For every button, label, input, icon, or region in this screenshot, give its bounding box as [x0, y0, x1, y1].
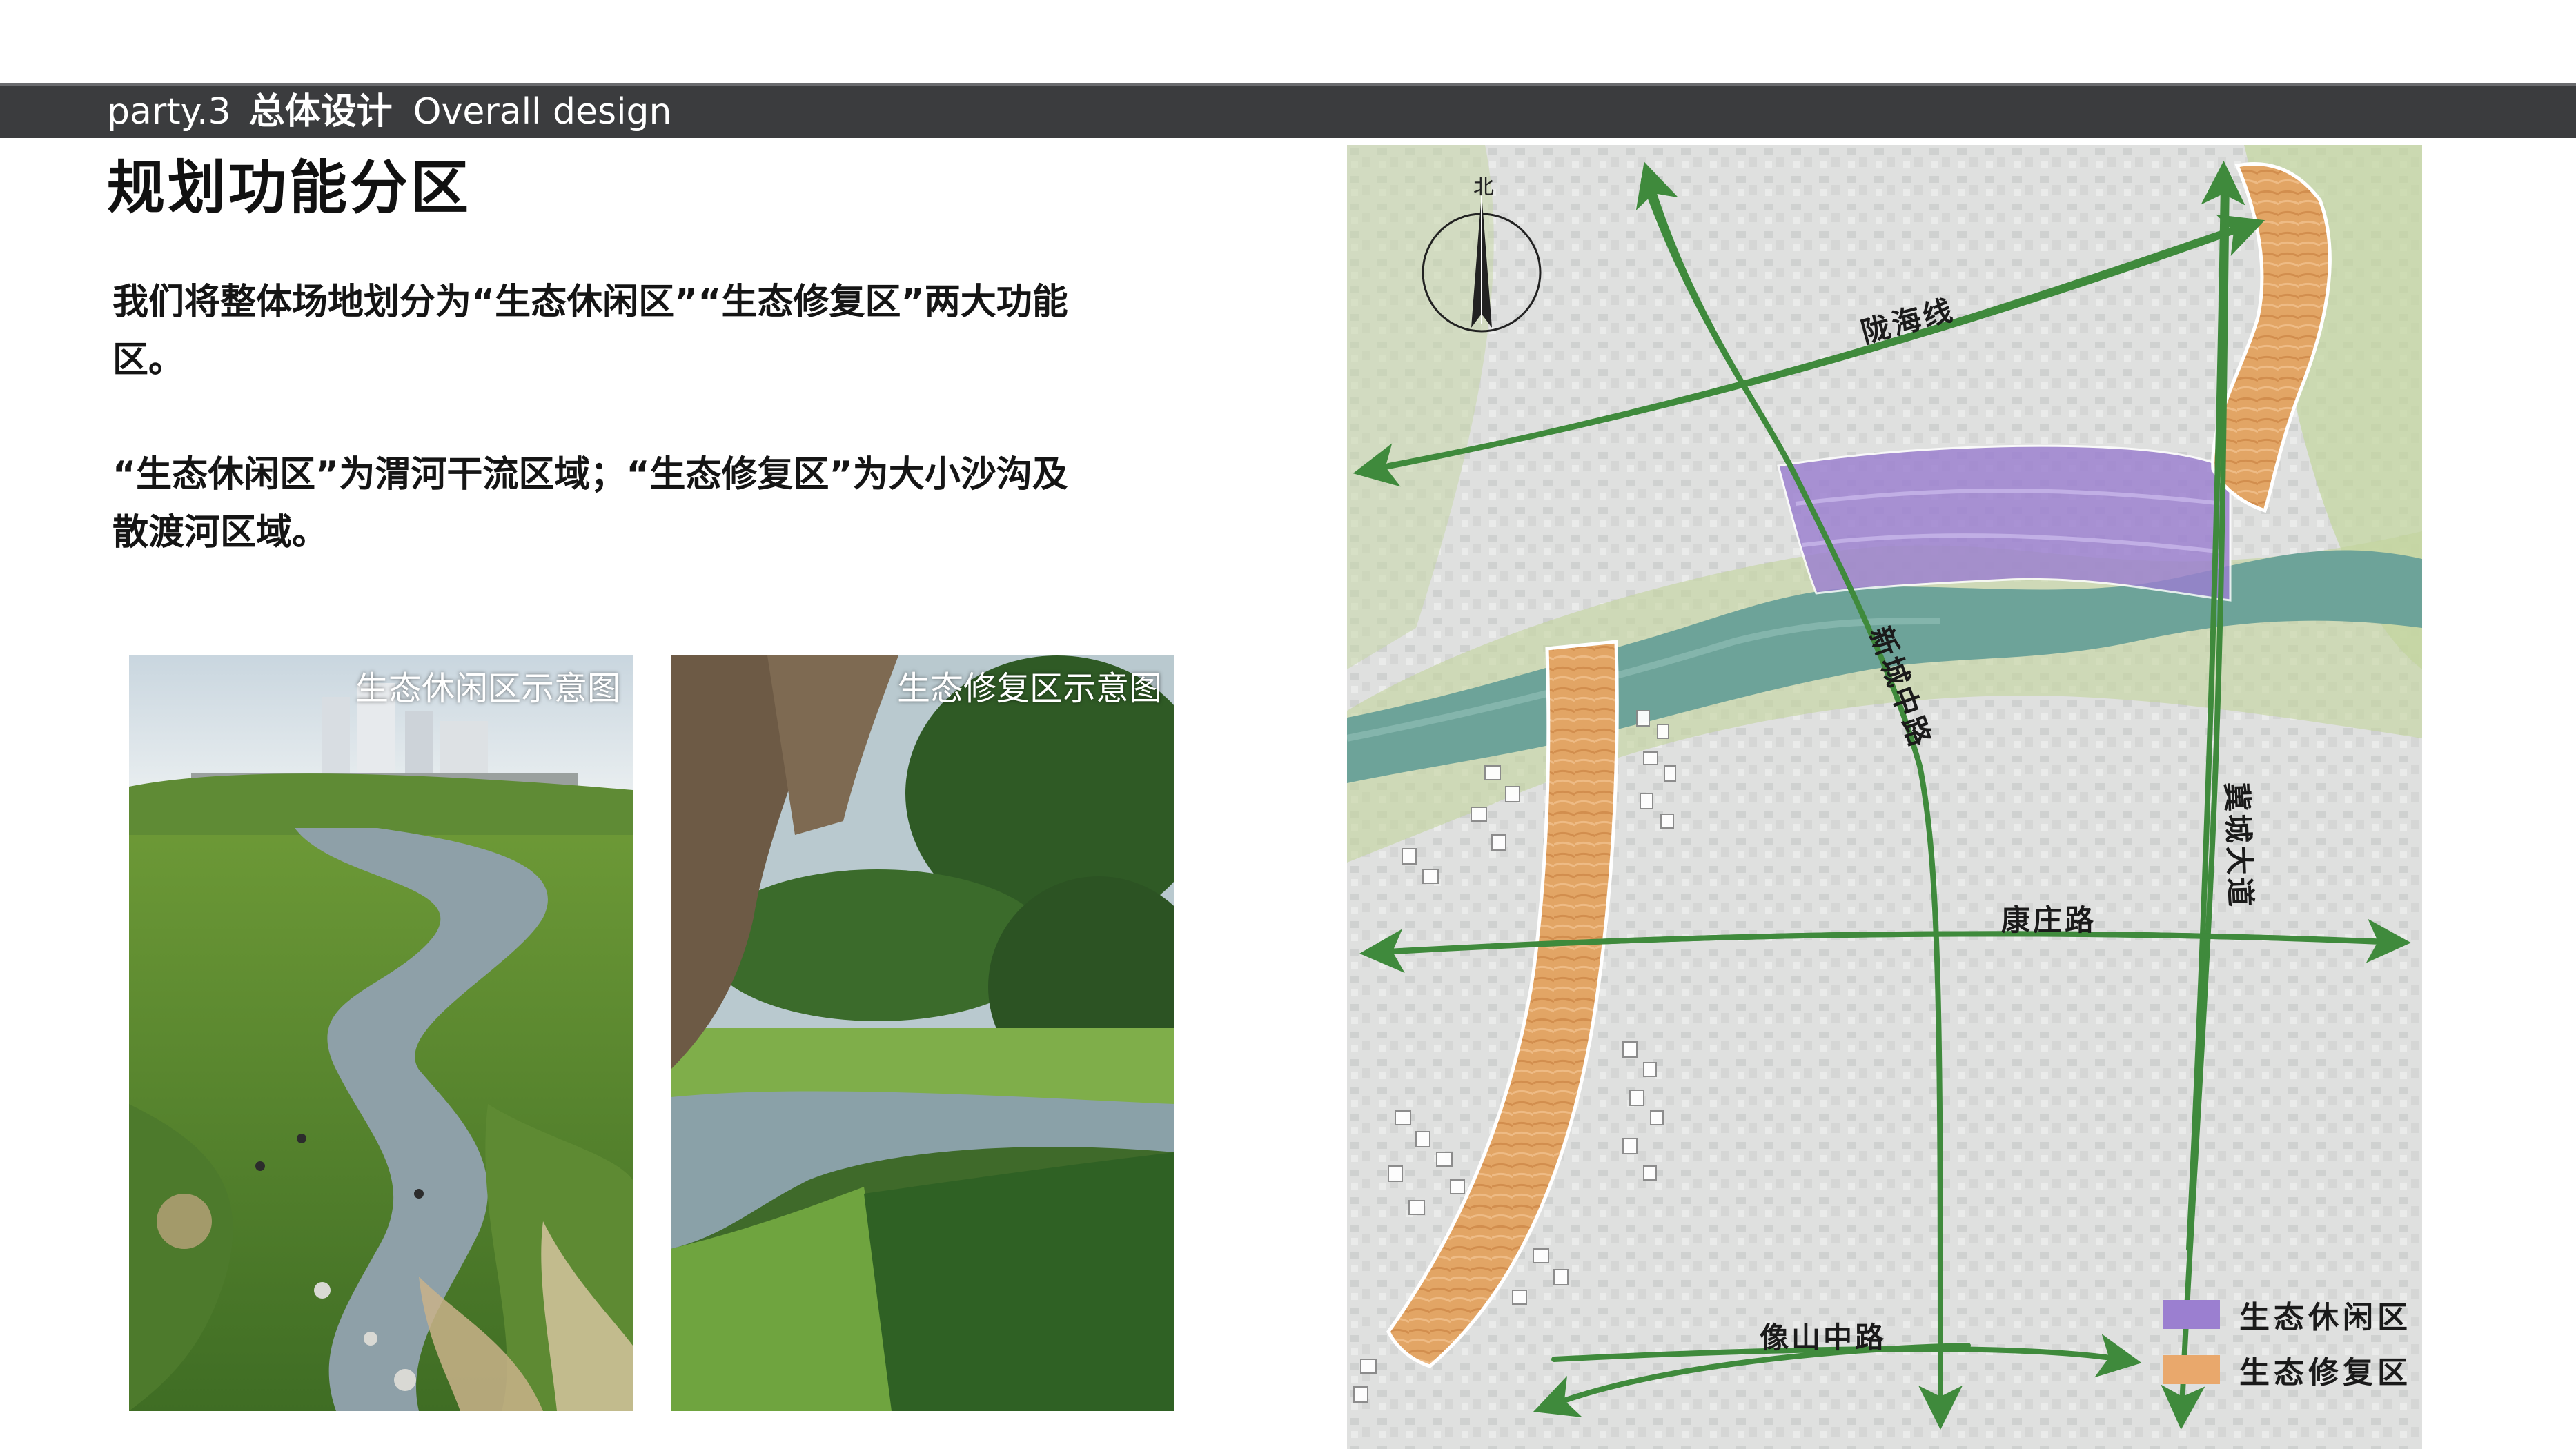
legend-item-restoration: 生态修复区 [2163, 1342, 2412, 1397]
page-title: 规划功能分区 [107, 154, 472, 221]
eco-leisure-caption: 生态休闲区示意图 [355, 669, 620, 708]
map-legend: 生态休闲区 生态修复区 [2163, 1287, 2412, 1397]
legend-label-restoration: 生态修复区 [2239, 1355, 2412, 1390]
road-label-kangzhuang: 康庄路 [2001, 903, 2097, 937]
legend-item-leisure: 生态休闲区 [2163, 1287, 2412, 1342]
road-label-xiangshan: 像山中路 [1760, 1321, 1887, 1354]
legend-swatch-restoration [2163, 1355, 2220, 1384]
intro-paragraph-1: 我们将整体场地划分为“生态休闲区”“生态修复区”两大功能区。 [112, 282, 1068, 381]
road-label-jicheng: 冀城大道 [2219, 781, 2258, 910]
eco-leisure-illustration [129, 656, 633, 1411]
eco-restoration-illustration [671, 656, 1174, 1411]
section-number: party.3 [107, 91, 231, 132]
section-header: party.3 总体设计 Overall design [107, 88, 672, 135]
intro-paragraph-2: “生态休闲区”为渭河干流区域；“生态修复区”为大小沙沟及散渡河区域。 [112, 454, 1068, 553]
eco-leisure-photo: 生态休闲区示意图 [129, 656, 633, 1411]
section-title-en: Overall design [413, 91, 672, 132]
section-title-cn: 总体设计 [248, 91, 393, 132]
eco-restoration-caption: 生态修复区示意图 [896, 669, 1162, 708]
legend-label-leisure: 生态休闲区 [2239, 1300, 2412, 1335]
eco-restoration-photo: 生态修复区示意图 [671, 656, 1174, 1411]
header-divider [0, 83, 2576, 86]
legend-swatch-leisure [2163, 1300, 2220, 1329]
compass-north-label: 北 [1473, 175, 1494, 199]
